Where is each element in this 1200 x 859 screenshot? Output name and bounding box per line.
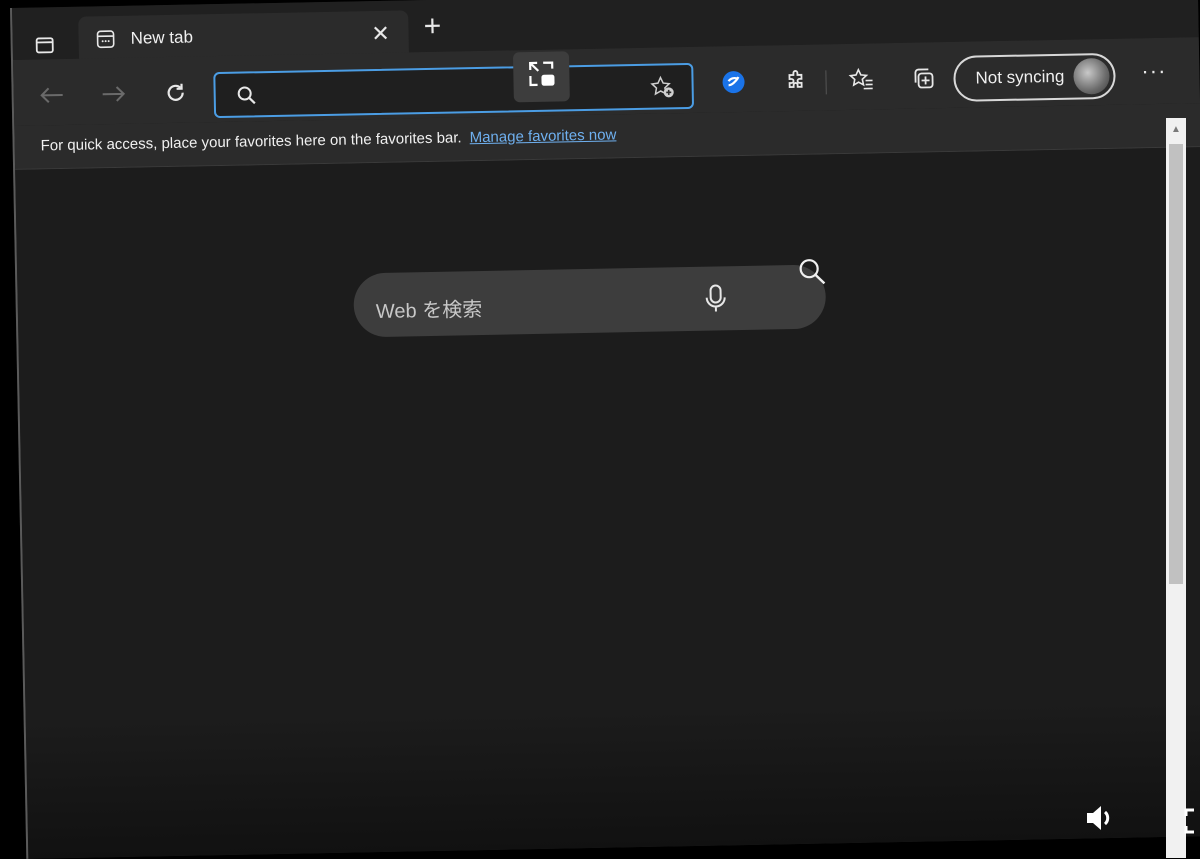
address-bar[interactable] xyxy=(213,62,695,119)
arrow-right-icon xyxy=(100,83,126,108)
speaker-icon xyxy=(1082,806,1118,840)
toolbar-divider xyxy=(825,70,827,95)
web-search-input[interactable]: Web を検索 xyxy=(376,293,483,324)
profile-sync-status: Not syncing xyxy=(975,66,1065,88)
profile-button[interactable]: Not syncing xyxy=(953,52,1116,102)
new-tab-page: Web を検索 xyxy=(15,147,1200,859)
tab-title: New tab xyxy=(130,27,194,48)
favorites-button[interactable] xyxy=(845,65,878,98)
favorites-bar-message: For quick access, place your favorites h… xyxy=(40,126,616,154)
search-icon xyxy=(236,84,259,111)
page-scrollbar[interactable]: ▲ xyxy=(1166,118,1186,858)
scroll-up-arrow-icon[interactable]: ▲ xyxy=(1166,118,1186,140)
fullscreen-icon xyxy=(1184,808,1200,838)
browser-window: New tab ✕ + Not syncing ··· For quick ac… xyxy=(10,0,1200,859)
web-search-box[interactable]: Web を検索 xyxy=(353,259,827,338)
restore-window-button[interactable] xyxy=(512,51,570,103)
microphone-icon[interactable] xyxy=(703,282,728,319)
copilot-icon xyxy=(720,68,747,99)
fullscreen-button[interactable] xyxy=(1184,808,1200,839)
tab-actions-button[interactable] xyxy=(30,33,59,62)
forward-button[interactable] xyxy=(97,80,130,113)
favorites-icon xyxy=(848,67,875,96)
add-favorite-icon[interactable] xyxy=(649,75,676,104)
puzzle-icon xyxy=(783,68,808,97)
more-options-button[interactable]: ··· xyxy=(1141,58,1166,84)
reload-icon xyxy=(163,80,188,109)
restore-icon xyxy=(524,58,559,96)
scroll-thumb[interactable] xyxy=(1169,144,1183,584)
search-icon[interactable] xyxy=(797,256,828,292)
collections-icon xyxy=(911,66,936,95)
back-button[interactable] xyxy=(35,81,68,114)
close-tab-icon[interactable]: ✕ xyxy=(368,21,392,47)
avatar xyxy=(1073,57,1110,95)
manage-favorites-link[interactable]: Manage favorites now xyxy=(469,126,616,146)
extensions-button[interactable] xyxy=(779,67,812,100)
volume-button[interactable] xyxy=(1082,800,1118,841)
new-tab-button[interactable]: + xyxy=(416,10,449,43)
favorites-bar-text: For quick access, place your favorites h… xyxy=(40,129,462,155)
copilot-button[interactable] xyxy=(717,68,750,101)
new-tab-page-icon xyxy=(94,28,116,50)
tab-actions-icon xyxy=(35,35,55,60)
collections-button[interactable] xyxy=(907,64,940,97)
arrow-left-icon xyxy=(38,84,64,109)
reload-button[interactable] xyxy=(159,79,192,112)
